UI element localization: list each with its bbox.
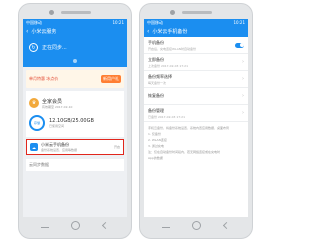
member-subtitle: 有效期至 2017-02-10 xyxy=(42,104,73,109)
page-title: 小米云服务 xyxy=(31,29,57,35)
promo-text: 单月特惠 冰点价 xyxy=(29,76,59,81)
nav-keys xyxy=(140,220,254,232)
promo-banner[interactable]: 单月特惠 冰点价 新用户礼 xyxy=(26,70,124,88)
page-title: 小米云手机备份 xyxy=(152,29,188,35)
setting-backup-frequency[interactable]: 备份频率选择 每天备份一次 › xyxy=(144,71,248,88)
phone-left: 中国移动 10:21 ‹ 小米云服务 ↻ 正在同步... 单月特惠 冰点价 新用… xyxy=(18,3,132,239)
page-indicator xyxy=(73,59,77,63)
note-line: 1. 仅备份 xyxy=(148,132,161,136)
app-bar: ‹ 小米云服务 xyxy=(23,26,127,37)
back-key-icon[interactable] xyxy=(222,221,231,230)
setting-backup-now[interactable]: 立即备份 上次备份 2017-02-03 17:21 › xyxy=(144,54,248,71)
front-camera xyxy=(49,10,54,15)
note-line: 手机云备份，将备份系统设置、系统内置应用数据、桌面布局 xyxy=(148,126,230,130)
header-area: 中国移动 10:21 ‹ 小米云手机备份 xyxy=(144,19,248,37)
setting-backup-manage[interactable]: 备份管理 已备份 2017-02-03 17:21 › xyxy=(144,105,248,122)
header-area: 中国移动 10:21 ‹ 小米云服务 xyxy=(23,19,127,37)
chevron-right-icon: › xyxy=(242,93,244,99)
storage-subtitle: 已使用空间 xyxy=(49,124,65,128)
status-bar: 中国移动 10:21 xyxy=(144,19,248,26)
backup-toggle[interactable] xyxy=(235,42,244,48)
backup-notes: 手机云备份，将备份系统设置、系统内置应用数据、桌面布局 1. 仅备份 2. WL… xyxy=(144,122,248,166)
app-bar: ‹ 小米云手机备份 xyxy=(144,26,248,37)
setting-subtitle: 上次备份 2017-02-03 17:21 xyxy=(148,63,188,68)
backup-state: 开启 xyxy=(113,145,120,149)
status-bar: 中国移动 10:21 xyxy=(23,19,127,26)
back-icon[interactable]: ‹ xyxy=(147,28,149,35)
setting-title: 恢复备份 xyxy=(148,93,164,98)
member-row: ♛ 全家会员 有效期至 2017-02-10 xyxy=(29,94,121,112)
sync-label: 正在同步... xyxy=(42,45,67,51)
promo-badge: 新用户礼 xyxy=(101,75,121,83)
setting-title: 手机备份 xyxy=(148,39,164,45)
note-line: 注：仅在自动备份时间段内，若无网络连接或在充电时 xyxy=(148,150,221,154)
backup-icon: ☁ xyxy=(30,143,38,151)
chevron-right-icon: › xyxy=(242,110,244,116)
crown-icon: ♛ xyxy=(29,98,39,108)
screen-right: 中国移动 10:21 ‹ 小米云手机备份 手机备份 开启后，充电连接WLAN时自… xyxy=(144,19,248,217)
setting-title: 备份频率选择 xyxy=(148,73,172,79)
setting-subtitle: 每天备份一次 xyxy=(148,80,167,85)
screen-left: 中国移动 10:21 ‹ 小米云服务 ↻ 正在同步... 单月特惠 冰点价 新用… xyxy=(23,19,127,217)
more-section[interactable]: 云同步数据 xyxy=(26,159,124,171)
storage-ring: 存储 xyxy=(29,115,45,131)
menu-key-icon[interactable] xyxy=(162,223,170,228)
backup-subtitle: 备份系统设置、应用等数据 xyxy=(41,148,78,152)
cloud-backup-entry[interactable]: ☁ 小米云手机备份 备份系统设置、应用等数据 开启 xyxy=(26,139,124,155)
setting-subtitle: 开启后，充电连接WLAN时自动备份 xyxy=(148,46,197,51)
menu-key-icon[interactable] xyxy=(41,223,49,228)
carrier-label: 中国移动 xyxy=(147,20,163,25)
sync-row[interactable]: ↻ 正在同步... xyxy=(29,43,67,52)
setting-subtitle: 已备份 2017-02-03 17:21 xyxy=(148,114,185,119)
note-line: 3. 通过充电 xyxy=(148,144,164,148)
time-label: 10:21 xyxy=(112,20,124,25)
member-title: 全家会员 xyxy=(42,98,63,105)
storage-row: 存储 12.10GB/25.00GB 已使用空间 xyxy=(29,112,121,134)
note-line: App的数据 xyxy=(148,156,163,160)
carrier-label: 中国移动 xyxy=(26,20,42,25)
sync-panel: ↻ 正在同步... xyxy=(23,37,127,67)
phone-right: 中国移动 10:21 ‹ 小米云手机备份 手机备份 开启后，充电连接WLAN时自… xyxy=(139,3,253,239)
back-key-icon[interactable] xyxy=(101,221,110,230)
back-icon[interactable]: ‹ xyxy=(26,28,28,35)
sync-icon: ↻ xyxy=(29,43,38,52)
setting-restore-backup[interactable]: 恢复备份 › xyxy=(144,88,248,105)
note-line: 2. WLAN连接 xyxy=(148,138,167,142)
nav-keys xyxy=(19,220,133,232)
setting-title: 立即备份 xyxy=(148,56,164,62)
front-camera xyxy=(170,10,175,15)
setting-phone-backup[interactable]: 手机备份 开启后，充电连接WLAN时自动备份 xyxy=(144,37,248,54)
member-card[interactable]: ♛ 全家会员 有效期至 2017-02-10 存储 12.10GB/25.00G… xyxy=(26,91,124,137)
home-key-icon[interactable] xyxy=(192,221,201,230)
chevron-right-icon: › xyxy=(242,76,244,82)
home-key-icon[interactable] xyxy=(71,221,80,230)
chevron-right-icon: › xyxy=(242,59,244,65)
earpiece xyxy=(61,11,91,14)
time-label: 10:21 xyxy=(233,20,245,25)
setting-title: 备份管理 xyxy=(148,107,164,113)
earpiece xyxy=(182,11,212,14)
